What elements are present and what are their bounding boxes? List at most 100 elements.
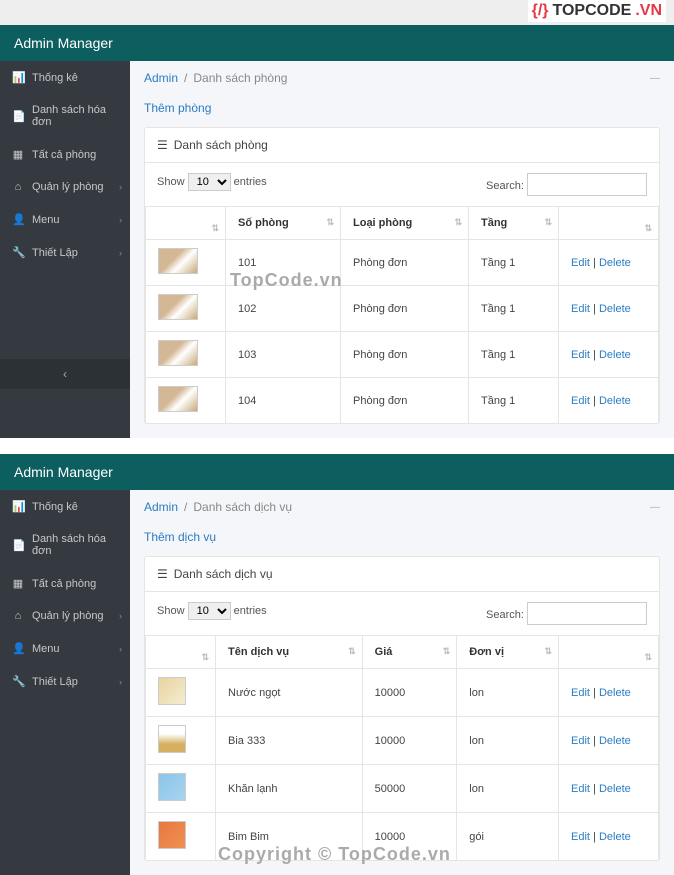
chevron-right-icon: › bbox=[119, 677, 122, 687]
delete-link[interactable]: Delete bbox=[599, 687, 631, 699]
sidebar-item-thietlap[interactable]: 🔧Thiết Lập› bbox=[0, 236, 130, 269]
cell-tang: Tầng 1 bbox=[468, 240, 558, 286]
chart-icon: 📊 bbox=[12, 71, 24, 84]
edit-link[interactable]: Edit bbox=[571, 735, 590, 747]
entries-select[interactable]: 10 bbox=[188, 602, 231, 620]
admin-title: Admin Manager bbox=[0, 25, 674, 61]
cell-donvi: lon bbox=[457, 669, 559, 717]
cell-donvi: gói bbox=[457, 813, 559, 861]
cell-loaiphong: Phòng đơn bbox=[341, 240, 469, 286]
add-service-link[interactable]: Thêm dịch vụ bbox=[130, 524, 674, 556]
delete-link[interactable]: Delete bbox=[599, 257, 631, 269]
sort-icon: ⇅ bbox=[454, 217, 462, 228]
topcode-logo: {/}TOPCODE.VN bbox=[528, 0, 666, 22]
sort-icon: ⇅ bbox=[326, 217, 334, 228]
user-icon: 👤 bbox=[12, 213, 24, 226]
col-loaiphong[interactable]: Loại phòng⇅ bbox=[341, 207, 469, 240]
sort-icon: ⇅ bbox=[211, 223, 219, 234]
delete-link[interactable]: Delete bbox=[599, 831, 631, 843]
edit-link[interactable]: Edit bbox=[571, 349, 590, 361]
cell-gia: 50000 bbox=[362, 765, 457, 813]
sidebar-item-tatcaphong[interactable]: ▦Tất cả phòng bbox=[0, 567, 130, 600]
collapse-icon[interactable]: — bbox=[650, 502, 660, 513]
delete-link[interactable]: Delete bbox=[599, 303, 631, 315]
col-gia[interactable]: Giá⇅ bbox=[362, 636, 457, 669]
cell-sophong: 103 bbox=[226, 332, 341, 378]
wrench-icon: 🔧 bbox=[12, 675, 24, 688]
table-row: 104 Phòng đơn Tầng 1 Edit | Delete bbox=[146, 378, 659, 424]
sidebar-item-tatcaphong[interactable]: ▦Tất cả phòng bbox=[0, 138, 130, 171]
sort-icon: ⇅ bbox=[201, 652, 209, 663]
breadcrumb-current: Danh sách dịch vụ bbox=[193, 500, 292, 514]
sidebar-item-thongke[interactable]: 📊Thống kê bbox=[0, 61, 130, 94]
wrench-icon: 🔧 bbox=[12, 246, 24, 259]
sidebar-item-thongke[interactable]: 📊Thống kê bbox=[0, 490, 130, 523]
edit-link[interactable]: Edit bbox=[571, 303, 590, 315]
breadcrumb-root[interactable]: Admin bbox=[144, 71, 178, 85]
edit-link[interactable]: Edit bbox=[571, 687, 590, 699]
col-tang[interactable]: Tầng⇅ bbox=[468, 207, 558, 240]
chevron-right-icon: › bbox=[119, 644, 122, 654]
col-thumb[interactable]: ⇅ bbox=[146, 636, 216, 669]
cell-tendichvu: Bim Bim bbox=[216, 813, 363, 861]
cell-gia: 10000 bbox=[362, 717, 457, 765]
table-row: 102 Phòng đơn Tầng 1 Edit | Delete bbox=[146, 286, 659, 332]
grid-icon: ▦ bbox=[12, 577, 24, 590]
sidebar-item-quanlyphong[interactable]: ⌂Quản lý phòng› bbox=[0, 171, 130, 203]
cell-loaiphong: Phòng đơn bbox=[341, 332, 469, 378]
cell-tang: Tầng 1 bbox=[468, 378, 558, 424]
edit-link[interactable]: Edit bbox=[571, 257, 590, 269]
table-row: Nước ngọt 10000 lon Edit | Delete bbox=[146, 669, 659, 717]
breadcrumb: Admin / Danh sách dịch vụ — bbox=[130, 490, 674, 524]
collapse-icon[interactable]: — bbox=[650, 73, 660, 84]
cell-sophong: 101 bbox=[226, 240, 341, 286]
col-tendichvu[interactable]: Tên dịch vụ⇅ bbox=[216, 636, 363, 669]
sort-icon: ⇅ bbox=[644, 223, 652, 234]
table-row: Bia 333 10000 lon Edit | Delete bbox=[146, 717, 659, 765]
edit-link[interactable]: Edit bbox=[571, 783, 590, 795]
list-icon: ☰ bbox=[157, 138, 168, 152]
chart-icon: 📊 bbox=[12, 500, 24, 513]
search-input[interactable] bbox=[527, 602, 647, 625]
room-thumb bbox=[158, 386, 198, 412]
room-thumb bbox=[158, 340, 198, 366]
delete-link[interactable]: Delete bbox=[599, 349, 631, 361]
sidebar: 📊Thống kê 📄Danh sách hóa đơn ▦Tất cả phò… bbox=[0, 490, 130, 875]
table-row: 103 Phòng đơn Tầng 1 Edit | Delete bbox=[146, 332, 659, 378]
list-icon: ☰ bbox=[157, 567, 168, 581]
sidebar-item-thietlap[interactable]: 🔧Thiết Lập› bbox=[0, 665, 130, 698]
chevron-left-icon: ‹ bbox=[63, 367, 67, 381]
col-actions[interactable]: ⇅ bbox=[559, 636, 659, 669]
service-thumb bbox=[158, 677, 186, 705]
chevron-right-icon: › bbox=[119, 182, 122, 192]
edit-link[interactable]: Edit bbox=[571, 831, 590, 843]
add-room-link[interactable]: Thêm phòng bbox=[130, 95, 674, 127]
cell-tang: Tầng 1 bbox=[468, 332, 558, 378]
sidebar-item-quanlyphong[interactable]: ⌂Quản lý phòng› bbox=[0, 600, 130, 632]
col-actions[interactable]: ⇅ bbox=[559, 207, 659, 240]
sidebar-item-menu[interactable]: 👤Menu› bbox=[0, 632, 130, 665]
entries-control: Show 10 entries bbox=[157, 173, 267, 196]
delete-link[interactable]: Delete bbox=[599, 395, 631, 407]
delete-link[interactable]: Delete bbox=[599, 735, 631, 747]
col-thumb[interactable]: ⇅ bbox=[146, 207, 226, 240]
entries-select[interactable]: 10 bbox=[188, 173, 231, 191]
list-icon: 📄 bbox=[12, 539, 24, 552]
cell-loaiphong: Phòng đơn bbox=[341, 286, 469, 332]
breadcrumb-root[interactable]: Admin bbox=[144, 500, 178, 514]
cell-gia: 10000 bbox=[362, 813, 457, 861]
sidebar-item-menu[interactable]: 👤Menu› bbox=[0, 203, 130, 236]
sidebar-item-hoadon[interactable]: 📄Danh sách hóa đơn bbox=[0, 523, 130, 567]
breadcrumb-current: Danh sách phòng bbox=[193, 71, 287, 85]
cell-tendichvu: Nước ngọt bbox=[216, 669, 363, 717]
search-input[interactable] bbox=[527, 173, 647, 196]
col-donvi[interactable]: Đơn vị⇅ bbox=[457, 636, 559, 669]
delete-link[interactable]: Delete bbox=[599, 783, 631, 795]
sidebar-collapse-button[interactable]: ‹ bbox=[0, 359, 130, 389]
cell-tang: Tầng 1 bbox=[468, 286, 558, 332]
edit-link[interactable]: Edit bbox=[571, 395, 590, 407]
col-sophong[interactable]: Số phòng⇅ bbox=[226, 207, 341, 240]
sidebar-item-hoadon[interactable]: 📄Danh sách hóa đơn bbox=[0, 94, 130, 138]
chevron-right-icon: › bbox=[119, 215, 122, 225]
sort-icon: ⇅ bbox=[544, 217, 552, 228]
